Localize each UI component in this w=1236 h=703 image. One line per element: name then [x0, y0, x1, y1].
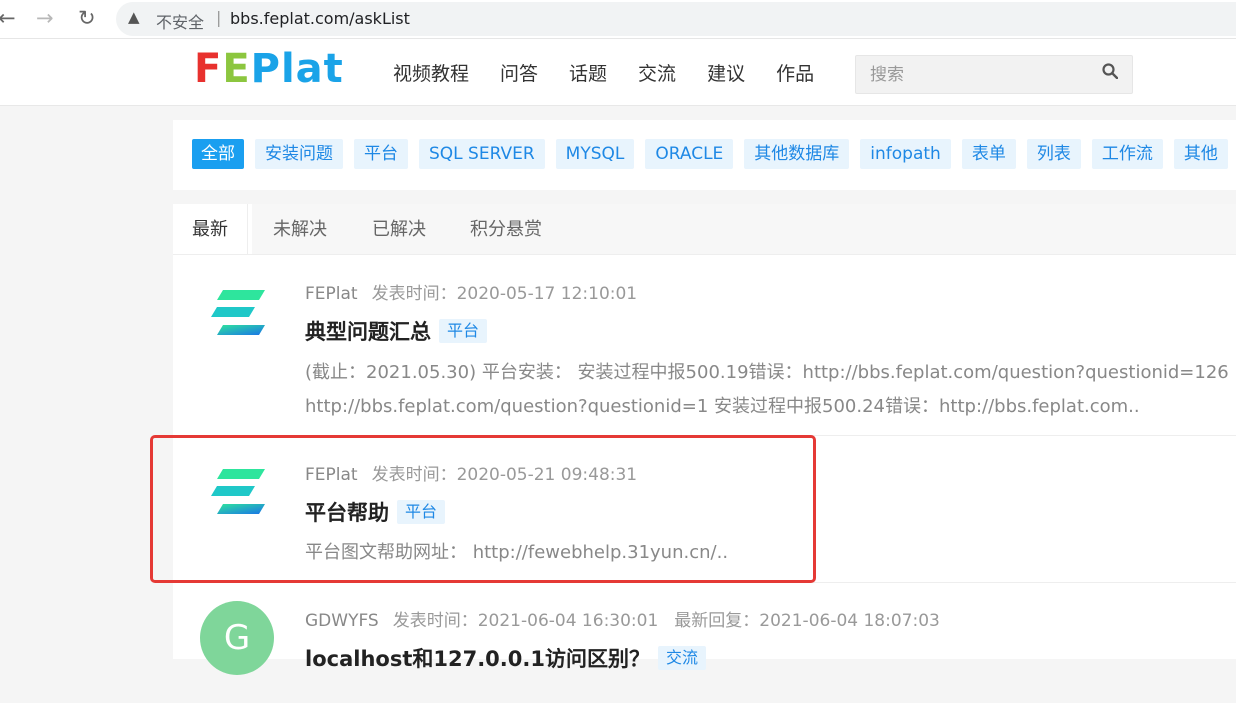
insecure-label[interactable]: 不安全	[156, 9, 204, 33]
question-title[interactable]: 典型问题汇总	[305, 316, 431, 346]
forward-arrow-icon[interactable]: →	[36, 6, 54, 30]
back-arrow-icon[interactable]: ←	[0, 6, 16, 30]
browser-toolbar: ← → ↻ ▲ 不安全 | bbs.feplat.com/askList	[0, 0, 1236, 39]
search-box	[855, 55, 1133, 94]
user-avatar[interactable]: G	[200, 601, 274, 675]
feplat-avatar-icon[interactable]	[211, 469, 265, 515]
category-workflow[interactable]: 工作流	[1091, 139, 1163, 169]
category-all[interactable]: 全部	[192, 139, 244, 169]
tab-unsolved[interactable]: 未解决	[273, 204, 327, 254]
question-item: FEPlat 发表时间：2020-05-21 09:48:31 平台帮助 平台 平…	[173, 436, 1236, 583]
nav-item-qa[interactable]: 问答	[500, 61, 538, 87]
category-install[interactable]: 安装问题	[255, 139, 343, 169]
tab-latest[interactable]: 最新	[173, 204, 248, 254]
question-author[interactable]: FEPlat	[305, 284, 358, 304]
question-tag[interactable]: 平台	[397, 500, 446, 524]
reload-icon[interactable]: ↻	[78, 6, 96, 30]
question-author[interactable]: GDWYFS	[305, 611, 379, 631]
url-separator: |	[216, 8, 222, 27]
nav-item-discussion[interactable]: 交流	[638, 61, 676, 87]
question-tag[interactable]: 平台	[439, 319, 488, 343]
tab-solved[interactable]: 已解决	[372, 204, 426, 254]
question-posted-time: 发表时间：2021-06-04 16:30:01	[392, 611, 659, 631]
nav-item-suggestions[interactable]: 建议	[707, 61, 745, 87]
site-logo[interactable]: FEPlat	[194, 47, 344, 91]
question-posted-time: 发表时间：2020-05-17 12:10:01	[371, 284, 638, 304]
category-other-db[interactable]: 其他数据库	[744, 139, 850, 169]
list-tabs: 最新 未解决 已解决 积分悬赏	[173, 204, 1236, 255]
question-excerpt[interactable]: (截止：2021.05.30) 平台安装： 安装过程中报500.19错误：htt…	[305, 356, 1235, 424]
category-other[interactable]: 其他	[1173, 139, 1228, 169]
question-title[interactable]: 平台帮助	[305, 497, 389, 527]
category-lists[interactable]: 列表	[1026, 139, 1081, 169]
category-forms[interactable]: 表单	[961, 139, 1016, 169]
feplat-avatar-icon[interactable]	[211, 290, 265, 336]
search-icon[interactable]	[1102, 63, 1118, 79]
question-list: 最新 未解决 已解决 积分悬赏 FEPlat 发表时间：2020-05-17 12…	[173, 204, 1236, 675]
question-excerpt[interactable]: 平台图文帮助网址： http://fewebhelp.31yun.cn/..	[305, 536, 1235, 570]
search-input[interactable]	[856, 56, 1092, 93]
url-text[interactable]: bbs.feplat.com/askList	[230, 9, 410, 28]
nav-item-video-tutorials[interactable]: 视频教程	[393, 61, 469, 87]
question-item: G GDWYFS 发表时间：2021-06-04 16:30:01 最新回复：202…	[173, 583, 1236, 703]
main-nav: 视频教程 问答 话题 交流 建议 作品	[393, 61, 845, 87]
question-last-reply: 最新回复：2021-06-04 18:07:03	[674, 611, 940, 631]
question-title[interactable]: localhost和127.0.0.1访问区别？	[305, 643, 650, 673]
category-mysql[interactable]: MYSQL	[555, 139, 635, 169]
question-posted-time: 发表时间：2020-05-21 09:48:31	[371, 465, 638, 485]
nav-item-topics[interactable]: 话题	[569, 61, 607, 87]
warning-icon[interactable]: ▲	[128, 8, 140, 26]
category-infopath[interactable]: infopath	[860, 139, 951, 169]
category-oracle[interactable]: ORACLE	[645, 139, 734, 169]
address-bar[interactable]: ▲ 不安全 | bbs.feplat.com/askList	[116, 2, 1236, 36]
question-tag[interactable]: 交流	[657, 646, 706, 670]
category-platform[interactable]: 平台	[354, 139, 408, 169]
site-header: FEPlat 视频教程 问答 话题 交流 建议 作品	[0, 39, 1236, 106]
tab-bounty[interactable]: 积分悬赏	[470, 204, 542, 254]
question-item: FEPlat 发表时间：2020-05-17 12:10:01 典型问题汇总 平台…	[173, 255, 1236, 436]
nav-item-works[interactable]: 作品	[776, 61, 814, 87]
question-author[interactable]: FEPlat	[305, 465, 358, 485]
category-sql-server[interactable]: SQL SERVER	[419, 139, 545, 169]
category-filter: 全部 安装问题 平台 SQL SERVER MYSQL ORACLE 其他数据库…	[173, 120, 1236, 190]
